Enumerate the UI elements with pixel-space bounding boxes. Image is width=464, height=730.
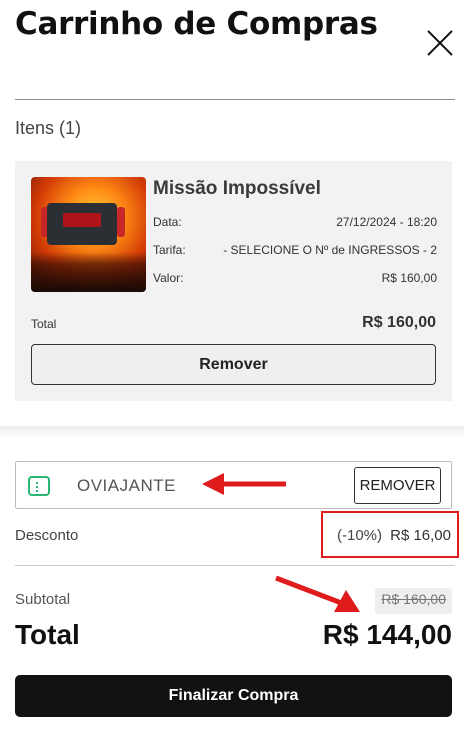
cart-title: Carrinho de Compras [15, 6, 378, 42]
cart-header: Carrinho de Compras [15, 8, 455, 88]
divider [15, 99, 455, 100]
remove-item-button[interactable]: Remover [31, 344, 436, 385]
item-name: Missão Impossível [153, 178, 321, 199]
items-section-title: Itens (1) [15, 118, 82, 138]
subtotal-value: R$ 160,00 [375, 588, 452, 614]
discount-percent: (-10%) [337, 527, 383, 544]
grand-total-label: Total [15, 619, 80, 650]
item-total-label: Total [31, 317, 57, 331]
item-valor-value: R$ 160,00 [381, 271, 437, 285]
item-date-label: Data: [153, 215, 182, 229]
item-total-value: R$ 160,00 [362, 314, 436, 331]
annotation-arrow-icon [275, 575, 360, 612]
checkout-button[interactable]: Finalizar Compra [15, 675, 452, 717]
discount-value: R$ 16,00 [390, 527, 451, 544]
grand-total-value: R$ 144,00 [322, 619, 452, 650]
remove-coupon-button[interactable]: REMOVER [354, 467, 441, 504]
item-valor-label: Valor: [153, 271, 184, 285]
divider [15, 565, 455, 566]
item-tarifa-label: Tarifa: [153, 243, 186, 257]
coupon-code: OVIAJANTE [77, 476, 176, 495]
item-date-value: 27/12/2024 - 18:20 [336, 215, 437, 229]
coupon-icon [28, 476, 50, 496]
discount-label: Desconto [15, 527, 79, 544]
section-separator [0, 426, 464, 438]
item-tarifa-value: - SELECIONE O Nº de INGRESSOS - 2 [223, 243, 437, 257]
annotation-arrow-icon [202, 473, 286, 495]
movie-poster-image [31, 177, 146, 292]
cart-item-card: Missão Impossível Data: 27/12/2024 - 18:… [15, 161, 452, 401]
close-icon[interactable] [425, 28, 455, 58]
subtotal-label: Subtotal [15, 591, 71, 608]
